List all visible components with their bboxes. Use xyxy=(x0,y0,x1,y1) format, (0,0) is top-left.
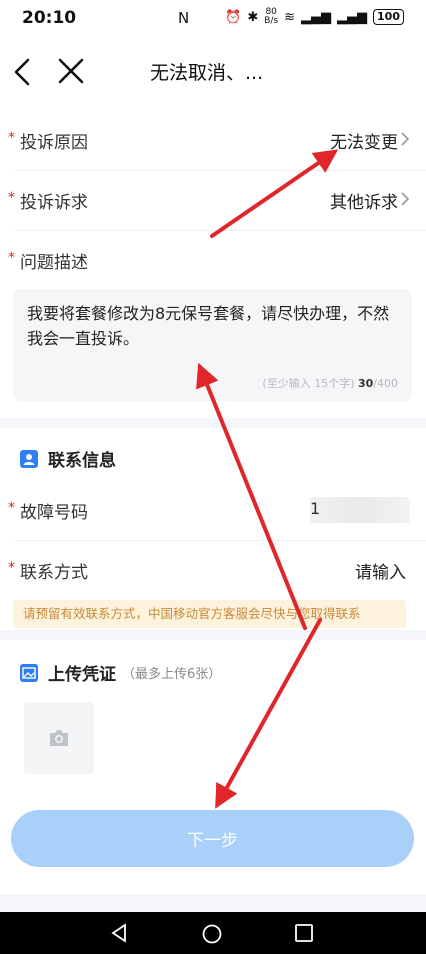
reason-label: 投诉原因 xyxy=(20,132,88,153)
upload-photo-button[interactable] xyxy=(24,702,94,774)
demand-row[interactable]: * 投诉诉求 其他诉求 xyxy=(0,170,426,230)
upload-subtitle: （最多上传6张） xyxy=(122,667,222,682)
system-recents-icon[interactable] xyxy=(294,923,314,943)
required-mark: * xyxy=(8,130,15,146)
description-textarea[interactable]: 我要将套餐修改为8元保号套餐，请尽快办理，不然我会一直投诉。 (至少输入 15个… xyxy=(13,289,412,401)
bluetooth-icon: ✱ xyxy=(247,9,259,25)
close-icon xyxy=(58,58,84,84)
description-label: 问题描述 xyxy=(20,252,88,273)
nav-bar: 无法取消、... xyxy=(0,36,426,110)
wifi-icon: ≋ xyxy=(284,9,296,25)
demand-value[interactable]: 其他诉求 xyxy=(330,188,398,213)
contact-notice: 请预留有效联系方式，中国移动官方客服会尽快与您取得联系 xyxy=(13,600,406,628)
description-text: 我要将套餐修改为8元保号套餐，请尽快办理，不然我会一直投诉。 xyxy=(27,304,390,348)
signal-icon-2: ▂▄▆ xyxy=(337,9,368,25)
contact-method-row[interactable]: * 联系方式 请输入 xyxy=(0,540,426,600)
char-counter: (至少输入 15个字) 30/400 xyxy=(262,377,398,390)
contact-method-label: 联系方式 xyxy=(20,562,88,583)
chevron-left-icon xyxy=(14,58,30,86)
person-icon xyxy=(20,449,38,468)
nfc-icon: N xyxy=(178,9,190,27)
net-speed: 80 B/s xyxy=(264,7,279,26)
fault-number-label: 故障号码 xyxy=(20,502,88,523)
contact-method-input[interactable]: 请输入 xyxy=(355,558,406,583)
alarm-icon: ⏰ xyxy=(225,9,242,25)
status-time: 20:10 xyxy=(22,8,77,28)
battery-icon: 100 xyxy=(373,9,404,25)
required-mark: * xyxy=(8,190,15,206)
page-title: 无法取消、... xyxy=(150,62,264,84)
reason-row[interactable]: * 投诉原因 无法变更 xyxy=(0,110,426,170)
chevron-right-icon xyxy=(401,192,410,206)
status-bar: 20:10 N ⏰ ✱ 80 B/s ≋ ▂▄▆ ▂▄▆ 100 xyxy=(0,0,426,36)
fault-number-value[interactable]: 1 xyxy=(310,497,410,523)
image-icon xyxy=(20,663,38,682)
camera-icon xyxy=(50,730,68,746)
chevron-right-icon xyxy=(401,132,410,146)
next-step-button[interactable]: 下一步 xyxy=(11,810,414,867)
required-mark: * xyxy=(8,560,15,576)
contact-header: 联系信息 xyxy=(20,446,116,471)
upload-title: 上传凭证 xyxy=(48,665,116,685)
close-button[interactable] xyxy=(52,52,92,92)
fault-number-row[interactable]: * 故障号码 1 xyxy=(0,480,426,540)
demand-label: 投诉诉求 xyxy=(20,192,88,213)
back-button[interactable] xyxy=(10,52,50,92)
system-back-icon[interactable] xyxy=(110,923,130,943)
system-nav-bar xyxy=(0,912,426,954)
description-row: * 问题描述 xyxy=(0,230,426,290)
system-home-icon[interactable] xyxy=(201,923,223,945)
required-mark: * xyxy=(8,250,15,266)
required-mark: * xyxy=(8,500,15,516)
status-icons: ⏰ ✱ 80 B/s ≋ ▂▄▆ ▂▄▆ 100 xyxy=(225,8,404,26)
signal-icon: ▂▄▆ xyxy=(301,9,332,25)
reason-value[interactable]: 无法变更 xyxy=(330,128,398,153)
upload-header: 上传凭证 （最多上传6张） xyxy=(20,660,221,685)
contact-title: 联系信息 xyxy=(48,451,116,471)
